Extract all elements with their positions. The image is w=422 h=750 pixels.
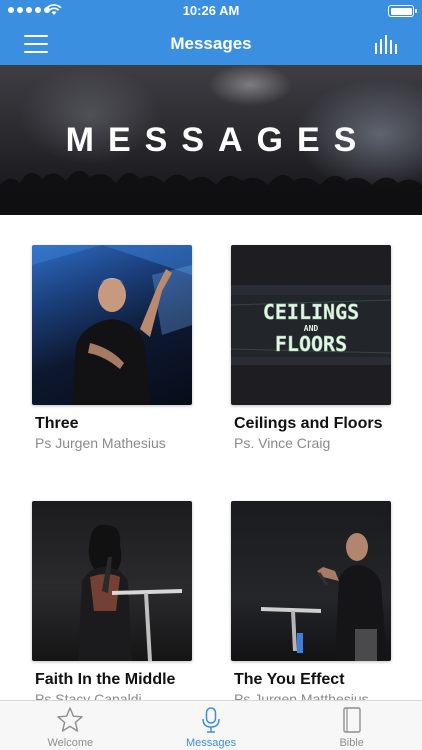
- tab-bible[interactable]: Bible: [281, 701, 422, 750]
- navigation-bar: Messages: [0, 22, 422, 65]
- battery-icon: [388, 5, 417, 17]
- star-icon: [57, 707, 84, 732]
- message-thumbnail: [32, 501, 192, 661]
- message-title: Ceilings and Floors: [234, 415, 383, 432]
- message-title: Three: [35, 415, 79, 432]
- tab-label: Messages: [185, 737, 237, 749]
- hero-banner: MESSAGES: [0, 65, 422, 215]
- message-title: The You Effect: [234, 671, 345, 688]
- page-title: Messages: [170, 34, 252, 53]
- message-speaker: Ps Jurgen Mathesius: [35, 435, 166, 451]
- artwork-title-top: CEILINGS: [263, 300, 359, 324]
- status-time: 10:26 AM: [182, 3, 240, 18]
- message-speaker: Ps Jurgen Matthesius: [234, 691, 369, 700]
- message-thumbnail: [231, 501, 391, 661]
- hero-title: MESSAGES: [65, 121, 371, 159]
- messages-grid: Three Ps Jurgen Mathesius CEILINGS AND F…: [0, 215, 422, 700]
- tab-messages[interactable]: Messages: [141, 701, 282, 750]
- message-card[interactable]: The You Effect Ps Jurgen Matthesius: [231, 501, 391, 700]
- message-speaker: Ps Stacy Capaldi: [35, 691, 142, 700]
- tab-bar: Welcome Messages Bible: [0, 700, 422, 750]
- message-thumbnail: [32, 245, 192, 405]
- tab-welcome[interactable]: Welcome: [0, 701, 141, 750]
- status-bar: 10:26 AM: [0, 0, 422, 22]
- ceilings-and-floors-artwork: CEILINGS AND FLOORS: [231, 285, 391, 365]
- message-card[interactable]: CEILINGS AND FLOORS Ceilings and Floors …: [231, 245, 391, 451]
- top-bar: 10:26 AM Messages: [0, 0, 422, 65]
- tab-label: Bible: [339, 737, 364, 749]
- audio-bars-icon[interactable]: [374, 34, 398, 54]
- tab-label: Welcome: [47, 737, 94, 749]
- book-icon: [342, 707, 361, 733]
- message-card[interactable]: Faith In the Middle Ps Stacy Capaldi: [32, 501, 192, 700]
- message-title: Faith In the Middle: [35, 671, 176, 688]
- message-card[interactable]: Three Ps Jurgen Mathesius: [32, 245, 192, 451]
- artwork-title-bottom: FLOORS: [275, 332, 347, 356]
- microphone-icon: [202, 707, 220, 733]
- message-thumbnail: CEILINGS AND FLOORS: [231, 245, 391, 405]
- message-speaker: Ps. Vince Craig: [234, 435, 331, 451]
